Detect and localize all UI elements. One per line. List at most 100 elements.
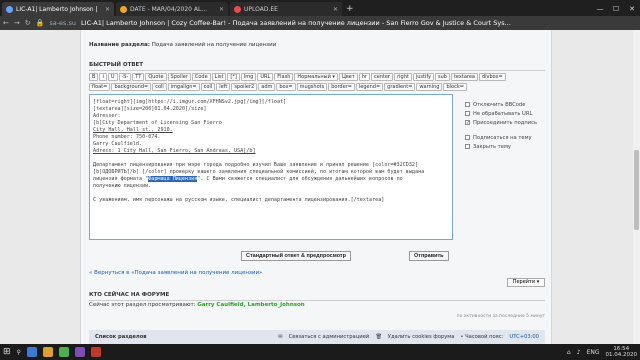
close-window-button[interactable]: ✕ (624, 2, 640, 16)
editor-line: [float=right][img]https://i.imgur.com/XF… (93, 99, 287, 105)
bbcode-button[interactable]: background= (111, 83, 152, 91)
bbcode-button[interactable]: URL (257, 73, 274, 81)
section-name: Название раздела: Подача заявлений на по… (89, 42, 277, 48)
app-icon[interactable] (90, 347, 101, 357)
contact-admin-link[interactable]: Связаться с администрацией (289, 334, 370, 340)
bbcode-button[interactable]: B (89, 73, 99, 81)
new-tab-button[interactable]: + (346, 2, 354, 16)
bbcode-button[interactable]: float= (89, 83, 111, 91)
editor-line: City Hall, Hall st., 2910. (93, 127, 173, 133)
quick-reply-title: БЫСТРЫЙ ОТВЕТ (89, 62, 545, 71)
bbcode-button[interactable]: gradient= (384, 83, 416, 91)
explorer-icon[interactable] (26, 347, 37, 357)
bbcode-button[interactable]: Img (240, 73, 257, 81)
url-text[interactable]: sa-es.su (49, 19, 76, 27)
favicon-icon (234, 5, 241, 13)
favicon-icon (120, 5, 127, 13)
board-index-link[interactable]: Список разделов (95, 334, 147, 340)
system-tray: ⌂ ♪ ENG 16:54 01.04.2020 (567, 346, 637, 359)
bbcode-button[interactable]: i (99, 73, 107, 81)
option-1[interactable]: Не обрабатывать URL (465, 109, 545, 118)
forward-icon[interactable]: → (14, 19, 20, 27)
bbcode-button[interactable]: sub (435, 73, 450, 81)
bbcode-button[interactable]: -S- (118, 73, 132, 81)
bbcode-button[interactable]: U (107, 73, 118, 81)
bbcode-button[interactable]: Нормальный ▾ (294, 73, 338, 81)
network-icon[interactable]: ⌂ (567, 349, 571, 356)
volume-icon[interactable]: ♪ (577, 349, 581, 356)
tab-lic-a1[interactable]: LIC-A1| Lamberto Johnson | ✕ (2, 2, 114, 16)
message-textarea[interactable]: [float=right][img]https://i.imgur.com/XF… (89, 94, 453, 240)
search-icon[interactable]: ⚲ (17, 349, 21, 356)
option-4[interactable]: Закрыть тему (465, 142, 545, 151)
checkbox[interactable] (465, 102, 470, 107)
scrollbar-thumb[interactable] (634, 150, 639, 230)
bbcode-button[interactable]: box= (276, 83, 296, 91)
bbcode-button[interactable]: adm (258, 83, 276, 91)
checkbox[interactable] (465, 135, 470, 140)
chrome-icon[interactable] (58, 347, 69, 357)
option-label: Не обрабатывать URL (473, 110, 533, 117)
back-link[interactable]: « Вернуться в «Подача заявлений на получ… (89, 270, 545, 276)
bbcode-button[interactable]: warning (416, 83, 443, 91)
page-scrollbar[interactable] (633, 30, 640, 344)
bbcode-button[interactable]: mugshots (296, 83, 328, 91)
checkbox[interactable] (465, 144, 470, 149)
windows-start-icon[interactable]: ⊞ (3, 347, 11, 357)
minimize-button[interactable]: — (592, 2, 608, 16)
bbcode-button[interactable]: Quote (145, 73, 167, 81)
page-content: Название раздела: Подача заявлений на по… (0, 30, 640, 344)
bbcode-button[interactable]: textarea (450, 73, 478, 81)
bbcode-button[interactable]: center (371, 73, 394, 81)
bbcode-button[interactable]: TT (132, 73, 145, 81)
option-label: Закрыть тему (473, 143, 511, 150)
bbcode-button[interactable]: block= (443, 83, 467, 91)
bbcode-button[interactable]: imgalign= (167, 83, 200, 91)
tab-upload[interactable]: UPLOAD.EE ✕ (230, 2, 342, 16)
bbcode-button[interactable]: Code (191, 73, 211, 81)
online-text: Сейчас этот раздел просматривают: Garry … (89, 302, 305, 308)
close-tab-icon[interactable]: ✕ (333, 6, 338, 13)
bbcode-button[interactable]: legend= (355, 83, 384, 91)
option-2[interactable]: ✓ Присоединить подпись (465, 118, 545, 127)
reload-icon[interactable]: ↻ (25, 19, 31, 27)
address-bar[interactable]: ← → ↻ 🔒 sa-es.su LIC-A1| Lamberto Johnso… (0, 16, 640, 30)
timezone-value[interactable]: UTC+03:00 (509, 334, 539, 340)
app-icon[interactable] (74, 347, 85, 357)
option-0[interactable]: Отключить BBCode (465, 100, 545, 109)
close-tab-icon[interactable]: ✕ (105, 6, 110, 13)
advanced-reply-button[interactable]: Стандартный ответ & предпросмотр (241, 251, 351, 261)
clock[interactable]: 16:54 01.04.2020 (606, 346, 638, 359)
bbcode-button[interactable]: right (394, 73, 412, 81)
bbcode-button[interactable]: coll (200, 83, 216, 91)
bbcode-button[interactable]: List (211, 73, 227, 81)
bbcode-button[interactable]: divbox= (478, 73, 506, 81)
language-indicator[interactable]: ENG (587, 349, 600, 356)
bbcode-button[interactable]: coll (152, 83, 167, 91)
checkbox[interactable]: ✓ (465, 120, 470, 126)
bbcode-button[interactable]: spoiler2 (231, 83, 258, 91)
bbcode-button[interactable]: Цвет (338, 73, 358, 81)
favicon-icon (6, 5, 13, 13)
jump-button[interactable]: Перейти ▾ (507, 278, 545, 287)
send-button[interactable]: Отправить (409, 251, 449, 261)
editor-line: [textarea][size=200]01.04.2020[/size] (93, 106, 207, 112)
back-icon[interactable]: ← (3, 19, 9, 27)
bbcode-button[interactable]: Flash (274, 73, 294, 81)
bbcode-button[interactable]: border= (328, 83, 355, 91)
folder-icon[interactable] (42, 347, 53, 357)
close-tab-icon[interactable]: ✕ (219, 6, 224, 13)
tab-date[interactable]: DATE - MAR/04/2020 AL... ✕ (116, 2, 228, 16)
bbcode-button[interactable]: [*] (227, 73, 240, 81)
bbcode-toolbar-2: float= background= coll imgalign= coll left sp… (89, 83, 545, 91)
bbcode-button[interactable]: Spoiler (167, 73, 191, 81)
maximize-button[interactable]: ☐ (608, 2, 624, 16)
envelope-icon: ✉ (278, 334, 283, 340)
delete-cookies-link[interactable]: Удалить cookies форума (388, 334, 455, 340)
bbcode-button[interactable]: hr (358, 73, 370, 81)
checkbox[interactable] (465, 111, 470, 116)
bbcode-button[interactable]: justify (412, 73, 434, 81)
option-3[interactable]: Подписаться на тему (465, 133, 545, 142)
bbcode-button[interactable]: left (216, 83, 231, 91)
